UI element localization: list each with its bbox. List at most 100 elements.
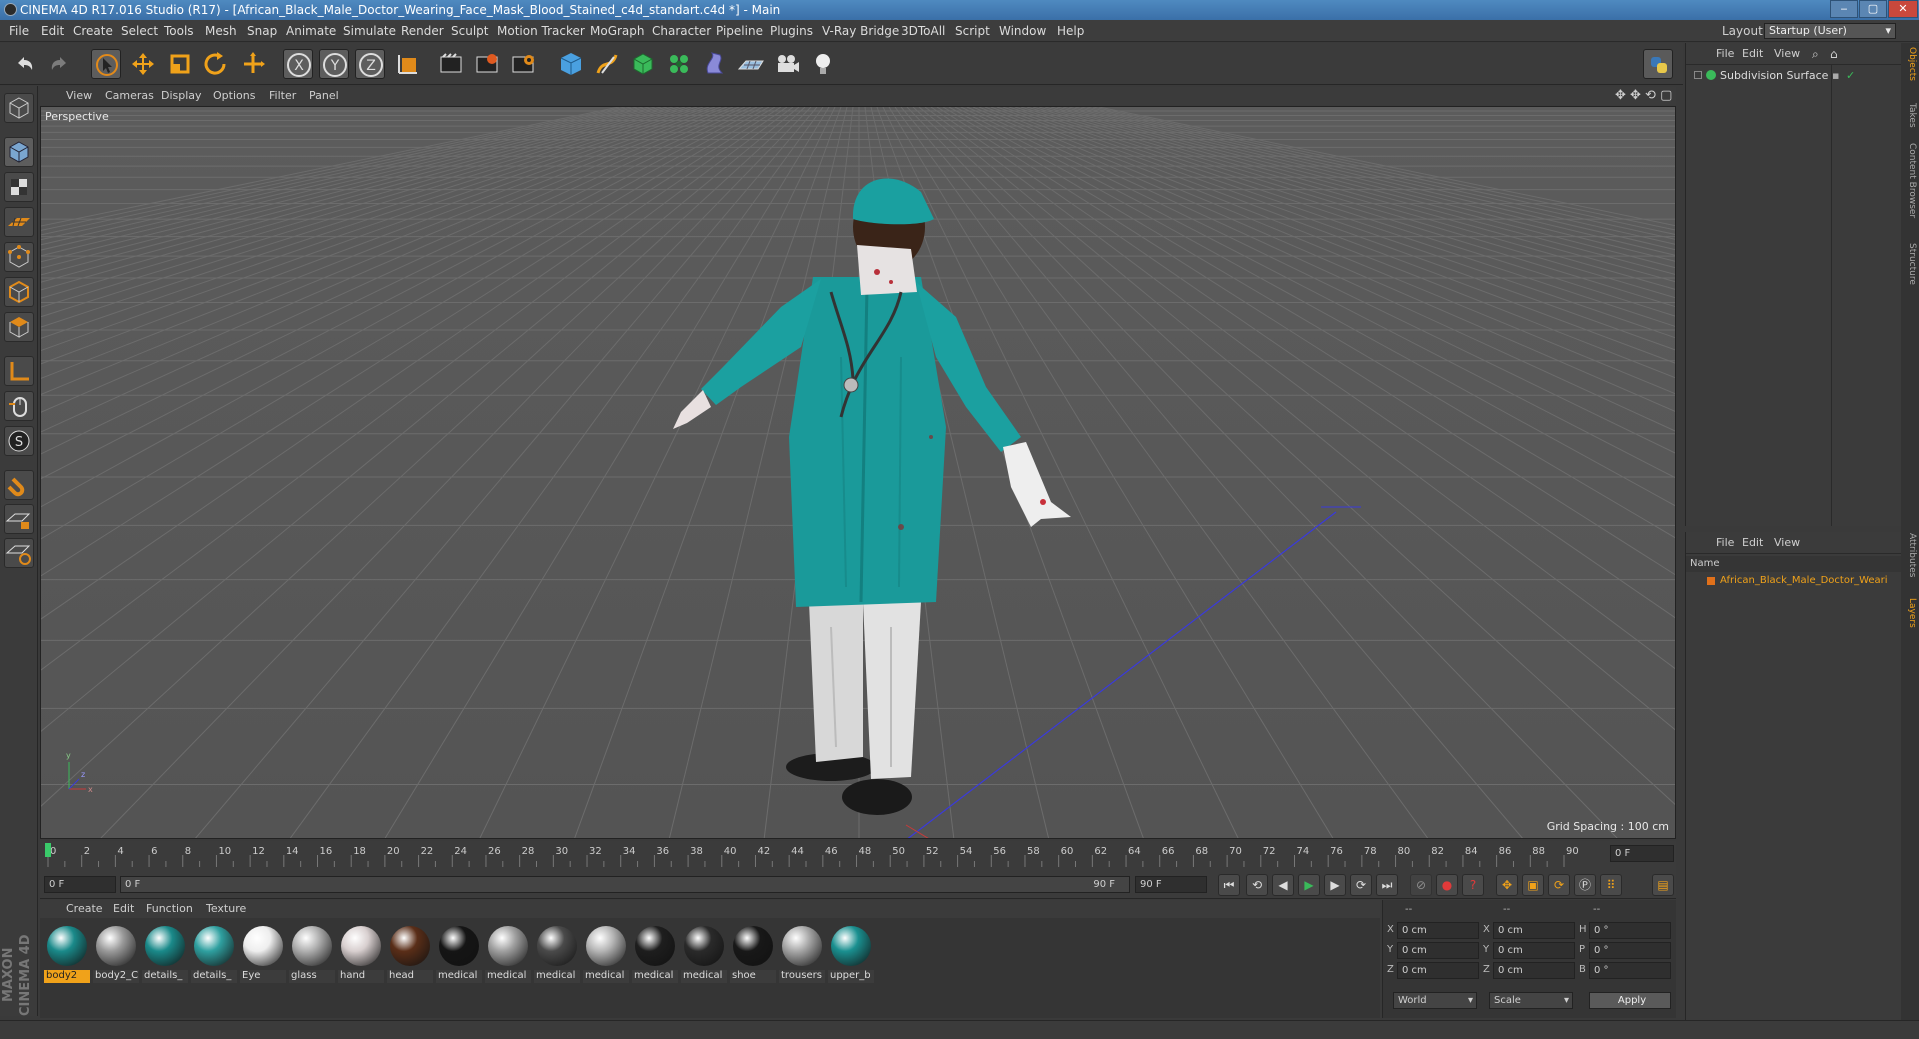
material-swatch[interactable]: hand [338, 926, 384, 986]
pen-icon[interactable] [592, 49, 622, 79]
deformer-icon[interactable] [700, 49, 730, 79]
y-axis-icon[interactable]: Y [319, 49, 349, 79]
material-swatch[interactable]: body2 [44, 926, 90, 986]
coord-pos-field[interactable]: 0 cm [1397, 942, 1479, 959]
viewport-menu-options[interactable]: Options [213, 87, 255, 105]
play-icon[interactable]: ▶ [1298, 874, 1320, 896]
move-icon[interactable] [128, 49, 158, 79]
menu-tools[interactable]: Tools [164, 20, 194, 42]
coordinate-system-icon[interactable] [393, 49, 423, 79]
menu-edit[interactable]: Edit [41, 20, 64, 42]
timeline-ruler[interactable]: 0 2 4 6 8 10 12 14 16 18 20 22 24 26 28 30 32 34 36 38 40 42 4… [40, 841, 1676, 871]
prev-key-icon[interactable]: ⟲ [1246, 874, 1268, 896]
material-swatch[interactable]: details_ [191, 926, 237, 986]
layout-select[interactable]: Startup (User) ▾ [1764, 23, 1896, 39]
key-move-icon[interactable]: ✥ [1496, 874, 1518, 896]
viewport-navigation-icons[interactable]: ✥ ✥ ⟲ ▢ [1615, 87, 1672, 105]
home-icon[interactable]: ⌂ [1830, 43, 1838, 65]
material-swatch[interactable]: medical [632, 926, 678, 986]
rotate-icon[interactable] [200, 49, 230, 79]
next-key-icon[interactable]: ⟳ [1350, 874, 1372, 896]
object-row[interactable]: Subdivision Surface ▪ ✓ [1686, 67, 1902, 85]
material-swatch[interactable]: glass [289, 926, 335, 986]
menu-render[interactable]: Render [401, 20, 444, 42]
texture-mode-icon[interactable] [4, 172, 34, 202]
menu-character[interactable]: Character [652, 20, 711, 42]
key-rotate-icon[interactable]: ⟳ [1548, 874, 1570, 896]
coord-rot-field[interactable]: 0 ° [1589, 922, 1671, 939]
menu-file[interactable]: File [9, 20, 29, 42]
snap-icon[interactable]: S [4, 426, 34, 456]
prev-frame-icon[interactable]: ◀ [1272, 874, 1294, 896]
visibility-dots[interactable]: ▪ [1832, 67, 1839, 85]
model-mode-icon[interactable] [4, 137, 34, 167]
workplane-mode-icon[interactable] [4, 207, 34, 237]
next-frame-icon[interactable]: ▶ [1324, 874, 1346, 896]
material-swatch[interactable]: details_ [142, 926, 188, 986]
menu-snap[interactable]: Snap [247, 20, 277, 42]
axis-mode-icon[interactable] [4, 356, 34, 386]
material-swatch[interactable]: upper_b [828, 926, 874, 986]
material-swatch[interactable]: shoe [730, 926, 776, 986]
polygons-mode-icon[interactable] [4, 312, 34, 342]
menu-script[interactable]: Script [955, 20, 990, 42]
coord-pos-field[interactable]: 0 cm [1397, 962, 1479, 979]
material-swatch[interactable]: medical [583, 926, 629, 986]
material-menu-edit[interactable]: Edit [113, 900, 134, 918]
search-icon[interactable]: ⌕ [1812, 43, 1819, 65]
render-view-icon[interactable] [436, 49, 466, 79]
key-pla-icon[interactable]: ⠿ [1600, 874, 1622, 896]
coord-size-field[interactable]: 0 cm [1493, 962, 1575, 979]
menu-simulate[interactable]: Simulate [343, 20, 396, 42]
menu-window[interactable]: Window [999, 20, 1046, 42]
goto-end-icon[interactable]: ⏭ [1376, 874, 1398, 896]
workplane-lock-icon[interactable] [4, 504, 34, 534]
menu-sculpt[interactable]: Sculpt [451, 20, 488, 42]
render-picture-viewer-icon[interactable] [472, 49, 502, 79]
objmgr-menu-file[interactable]: File [1716, 43, 1734, 65]
material-swatch[interactable]: body2_C [93, 926, 139, 986]
current-frame-field[interactable]: 0 F [1610, 845, 1674, 862]
magnet-icon[interactable] [4, 470, 34, 500]
key-param-icon[interactable]: Ⓟ [1574, 874, 1596, 896]
material-swatch[interactable]: medical [485, 926, 531, 986]
camera-icon[interactable] [772, 49, 802, 79]
layermgr-menu-file[interactable]: File [1716, 532, 1734, 554]
viewport-menu-view[interactable]: View [66, 87, 92, 105]
minimize-button[interactable]: ‒ [1830, 0, 1858, 18]
menu-plugins[interactable]: Plugins [770, 20, 813, 42]
tab-content-browser[interactable]: Content Browser [1903, 143, 1917, 218]
apply-button[interactable]: Apply [1589, 992, 1671, 1009]
expand-icon[interactable] [1694, 71, 1702, 79]
edit-render-settings-icon[interactable] [508, 49, 538, 79]
subdivision-icon[interactable] [628, 49, 658, 79]
viewport-menu-display[interactable]: Display [161, 87, 202, 105]
menu-animate[interactable]: Animate [286, 20, 336, 42]
coord-size-field[interactable]: 0 cm [1493, 942, 1575, 959]
menu-3dtoall[interactable]: 3DToAll [901, 20, 945, 42]
make-editable-icon[interactable] [4, 93, 34, 123]
objmgr-menu-view[interactable]: View [1774, 43, 1800, 65]
edges-mode-icon[interactable] [4, 277, 34, 307]
menu-pipeline[interactable]: Pipeline [716, 20, 763, 42]
x-axis-icon[interactable]: X [283, 49, 313, 79]
menu-mograph[interactable]: MoGraph [590, 20, 645, 42]
material-menu-function[interactable]: Function [146, 900, 193, 918]
record-icon[interactable]: ● [1436, 874, 1458, 896]
coord-system-select[interactable]: World ▾ [1393, 992, 1477, 1009]
undo-icon[interactable] [10, 49, 40, 79]
menu-mesh[interactable]: Mesh [205, 20, 237, 42]
start-frame-field[interactable]: 0 F [44, 876, 116, 893]
material-menu-texture[interactable]: Texture [206, 900, 246, 918]
3d-viewport[interactable]: y x z Perspective Grid Spacing : 100 cm [40, 106, 1676, 839]
tab-structure[interactable]: Structure [1903, 243, 1917, 285]
maximize-button[interactable]: ▢ [1859, 0, 1887, 18]
cube-icon[interactable] [556, 49, 586, 79]
coord-pos-field[interactable]: 0 cm [1397, 922, 1479, 939]
z-axis-icon[interactable]: Z [355, 49, 385, 79]
redo-icon[interactable] [44, 49, 74, 79]
coord-rot-field[interactable]: 0 ° [1589, 962, 1671, 979]
material-swatch[interactable]: medical [534, 926, 580, 986]
viewport-menu-panel[interactable]: Panel [309, 87, 339, 105]
motion-record-icon[interactable]: ⊘ [1410, 874, 1432, 896]
